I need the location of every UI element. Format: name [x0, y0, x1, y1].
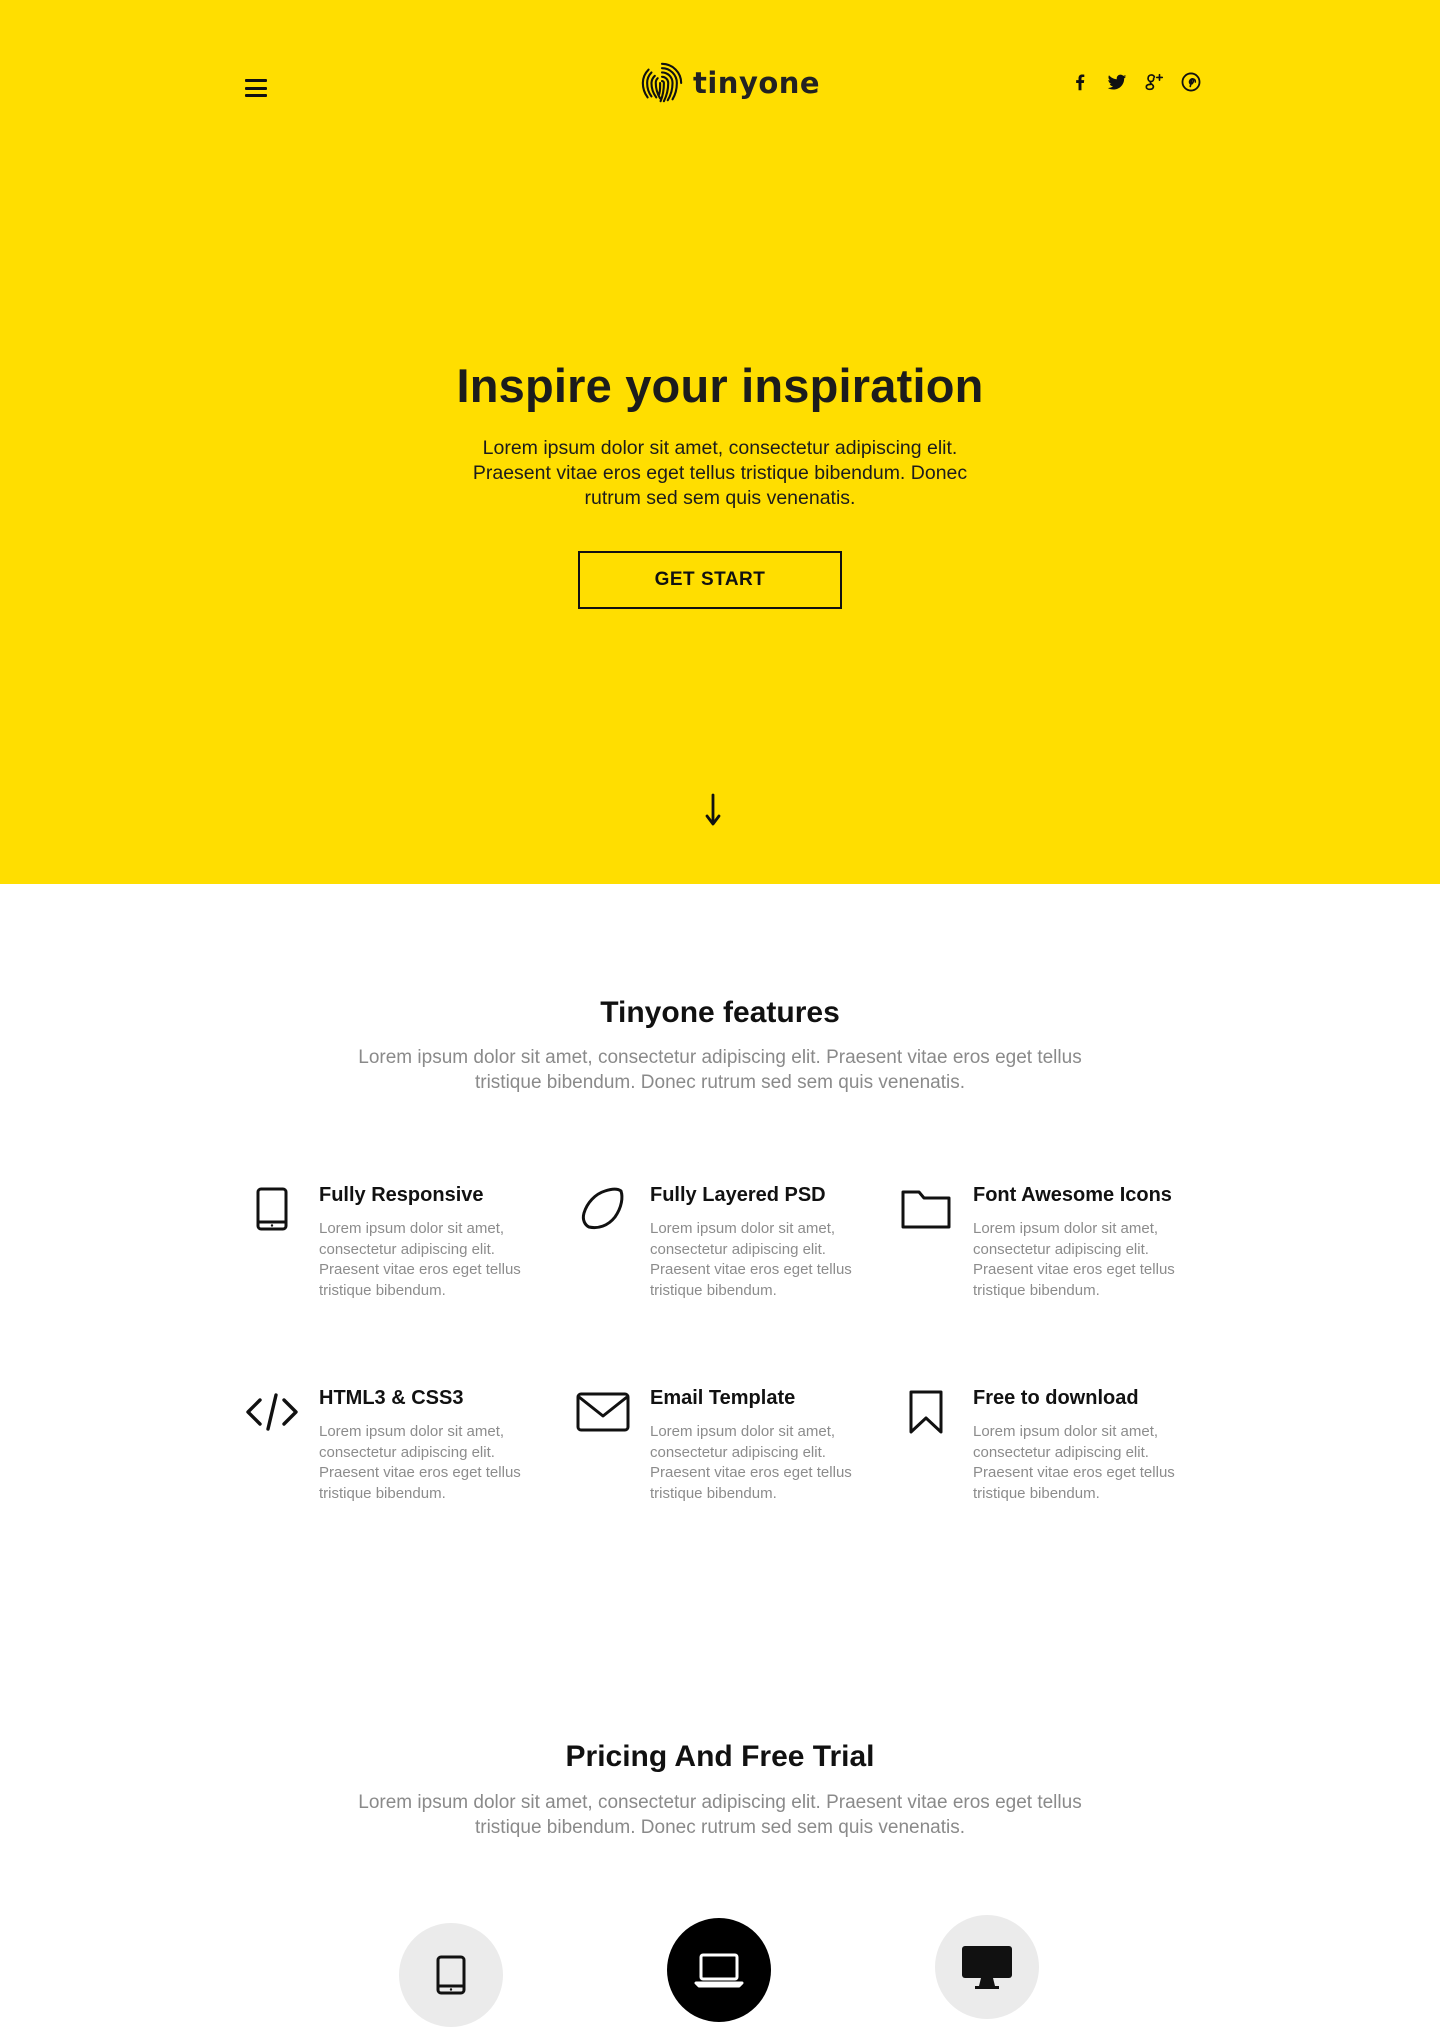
menu-bar: [245, 79, 267, 82]
pricing-description: Lorem ipsum dolor sit amet, consectetur …: [358, 1792, 1082, 1838]
desktop-plan-button[interactable]: [935, 1915, 1039, 2019]
tablet-icon: [436, 1955, 466, 1995]
folder-icon: [898, 1184, 954, 1234]
google-plus-icon[interactable]: [1142, 70, 1166, 94]
feature-description: Lorem ipsum dolor sit amet, consectetur …: [650, 1423, 852, 1502]
feature-item: Fully Responsive Lorem ipsum dolor sit a…: [244, 1184, 544, 1314]
feature-item: Email Template Lorem ipsum dolor sit ame…: [575, 1387, 875, 1517]
feature-title: Fully Responsive: [319, 1184, 484, 1206]
bookmark-icon: [898, 1387, 954, 1437]
feature-description: Lorem ipsum dolor sit amet, consectetur …: [319, 1220, 521, 1299]
hero-title: Inspire your inspiration: [456, 359, 984, 412]
hero-section: tinyone Inspire your inspiration Lorem i…: [0, 0, 1440, 884]
feature-description: Lorem ipsum dolor sit amet, consectetur …: [319, 1423, 521, 1502]
pinterest-icon[interactable]: [1179, 70, 1203, 94]
feature-description: Lorem ipsum dolor sit amet, consectetur …: [973, 1220, 1175, 1299]
feature-item: Free to download Lorem ipsum dolor sit a…: [898, 1387, 1198, 1517]
desktop-icon: [962, 1946, 1012, 1989]
social-links: [1068, 70, 1203, 94]
code-icon: [244, 1387, 300, 1437]
logo[interactable]: tinyone: [639, 59, 820, 107]
pricing-title: Pricing And Free Trial: [565, 1740, 875, 1773]
feature-title: Fully Layered PSD: [650, 1184, 826, 1206]
feature-title: Free to download: [973, 1387, 1139, 1409]
feature-title: Email Template: [650, 1387, 796, 1409]
features-title: Tinyone features: [600, 996, 840, 1029]
feature-title: Font Awesome Icons: [973, 1184, 1172, 1206]
get-start-button[interactable]: GET START: [578, 551, 842, 609]
feature-item: HTML3 & CSS3 Lorem ipsum dolor sit amet,…: [244, 1387, 544, 1517]
feature-description: Lorem ipsum dolor sit amet, consectetur …: [650, 1220, 852, 1299]
feature-description: Lorem ipsum dolor sit amet, consectetur …: [973, 1423, 1175, 1502]
fingerprint-icon: [641, 62, 683, 103]
arrow-down-icon[interactable]: [702, 792, 724, 828]
features-description: Lorem ipsum dolor sit amet, consectetur …: [358, 1047, 1082, 1093]
menu-bar: [245, 94, 267, 97]
tablet-plan-button[interactable]: [399, 1923, 503, 2027]
lemon-icon: [575, 1184, 631, 1234]
twitter-icon[interactable]: [1105, 70, 1129, 94]
menu-bar: [245, 86, 267, 90]
logo-text: tinyone: [693, 66, 821, 100]
feature-title: HTML3 & CSS3: [319, 1387, 464, 1409]
hero-description: Lorem ipsum dolor sit amet, consectetur …: [472, 437, 968, 509]
facebook-icon[interactable]: [1068, 70, 1092, 94]
feature-item: Fully Layered PSD Lorem ipsum dolor sit …: [575, 1184, 875, 1314]
laptop-plan-button[interactable]: [667, 1918, 771, 2022]
tablet-icon: [244, 1184, 300, 1234]
hamburger-menu-icon[interactable]: [243, 77, 269, 99]
feature-item: Font Awesome Icons Lorem ipsum dolor sit…: [898, 1184, 1198, 1314]
envelope-icon: [575, 1387, 631, 1437]
laptop-icon: [694, 1953, 744, 1988]
